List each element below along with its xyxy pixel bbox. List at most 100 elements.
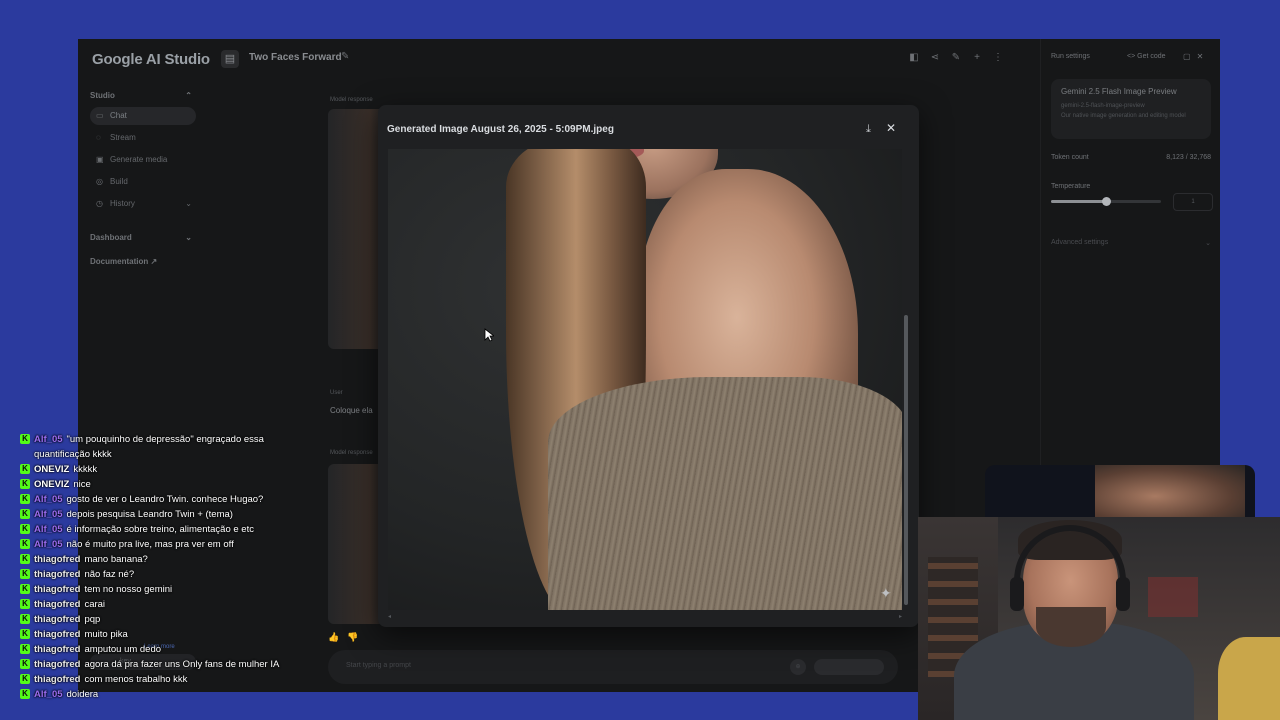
temperature-input[interactable]: 1: [1173, 193, 1213, 211]
temperature-slider[interactable]: [1051, 197, 1161, 206]
code-icon: <>: [1127, 53, 1136, 60]
sidebar-link-documentation[interactable]: Documentation ↗: [90, 257, 190, 266]
user-label: User: [330, 390, 343, 396]
kick-icon: K: [20, 584, 30, 594]
chat-message: K Alf_05 não é muito pra live, mas pra ver…: [20, 537, 320, 552]
chat-username: Alf_05: [34, 434, 63, 445]
scroll-right-icon[interactable]: ▸: [899, 613, 902, 620]
advanced-settings-toggle[interactable]: Advanced settings ⌄: [1051, 239, 1211, 247]
build-icon: ◎: [96, 177, 103, 186]
more-icon[interactable]: ⋮: [992, 51, 1004, 65]
chat-text: com menos trabalho kkk: [84, 674, 188, 685]
stream-chat-overlay: K Alf_05 "um pouquinho de depressão" engra…: [20, 432, 320, 702]
compare-icon[interactable]: ◧: [908, 51, 920, 65]
temperature-slider-knob[interactable]: [1102, 197, 1111, 206]
chat-text: tem no nosso gemini: [84, 584, 173, 595]
top-bar: Google AI Studio ▤ Two Faces Forward ✎ ◧…: [78, 39, 1038, 79]
chat-text: agora dá pra fazer uns Only fans de mulh…: [84, 659, 280, 670]
image-preview-modal: Generated Image August 26, 2025 - 5:09PM…: [378, 105, 919, 627]
temperature-slider-fill: [1051, 200, 1106, 203]
edit-icon[interactable]: ✎: [950, 51, 962, 65]
download-icon[interactable]: ⤓: [866, 123, 871, 136]
chat-text: pqp: [84, 614, 101, 625]
chevron-down-icon: ⌄: [1205, 240, 1211, 247]
chat-username: Alf_05: [34, 689, 63, 700]
secondary-webcam: [985, 465, 1255, 517]
chat-message: Kthiagofred não faz né?: [20, 567, 320, 582]
chat-text: kkkkk: [73, 464, 98, 475]
chat-message: Kthiagofred agora dá pra fazer uns Only f…: [20, 657, 320, 672]
get-code-button[interactable]: <> Get code: [1127, 53, 1166, 60]
chat-text: "um pouquinho de depressão" engraçado es…: [34, 434, 264, 460]
webcam-yellow-object: [1218, 637, 1280, 720]
kick-icon: K: [20, 689, 30, 699]
chat-username: thiagofred: [34, 629, 81, 640]
chat-icon: ▭: [96, 111, 104, 120]
chat-username: thiagofred: [34, 584, 81, 595]
run-button[interactable]: [814, 659, 884, 675]
kick-icon: K: [20, 539, 30, 549]
chat-text: doidera: [66, 689, 99, 700]
model-name: Gemini 2.5 Flash Image Preview: [1061, 87, 1177, 96]
add-icon[interactable]: +: [971, 51, 983, 65]
sidebar-item-chat[interactable]: ▭ Chat: [90, 107, 196, 125]
horizontal-scrollbar[interactable]: ◂ ▸: [388, 613, 902, 620]
scroll-left-icon[interactable]: ◂: [388, 613, 391, 620]
model-id: gemini-2.5-flash-image-preview: [1061, 103, 1145, 109]
thumbs-down-icon[interactable]: 👎: [347, 632, 366, 642]
modal-title: Generated Image August 26, 2025 - 5:09PM…: [387, 124, 614, 135]
chat-message: Kthiagofred pqp: [20, 612, 320, 627]
chat-message: K ONEVIZ nice: [20, 477, 320, 492]
kick-icon: K: [20, 524, 30, 534]
kick-icon: K: [20, 614, 30, 624]
chat-username: thiagofred: [34, 569, 81, 580]
chat-text: mano banana?: [84, 554, 148, 565]
add-media-icon[interactable]: ⊕: [790, 659, 806, 675]
kick-icon: K: [20, 674, 30, 684]
chat-text: gosto de ver o Leandro Twin. conhece Hug…: [66, 494, 264, 505]
model-description: Our native image generation and editing …: [1061, 113, 1186, 119]
chat-text: é informação sobre treino, alimentação e…: [66, 524, 254, 535]
run-settings-title: Run settings: [1051, 53, 1090, 60]
chat-message: K Alf_05 gosto de ver o Leandro Twin. conh…: [20, 492, 320, 507]
sidebar-section-dashboard[interactable]: Dashboard ⌄: [90, 233, 192, 242]
temperature-label: Temperature: [1051, 183, 1091, 190]
sidebar-item-build[interactable]: ◎ Build: [90, 173, 196, 191]
vertical-scrollbar[interactable]: [904, 315, 908, 605]
chat-username: ONEVIZ: [34, 479, 70, 490]
project-title: Two Faces Forward: [249, 52, 342, 63]
chat-message: K Alf_05 é informação sobre treino, alimen…: [20, 522, 320, 537]
feedback-buttons: 👍👎: [328, 632, 366, 643]
sidebar-item-history[interactable]: ◷ History ⌄: [90, 195, 196, 213]
prompt-input[interactable]: Start typing a prompt ⊕: [328, 650, 898, 684]
kick-icon: K: [20, 494, 30, 504]
share-icon[interactable]: ⋖: [929, 51, 941, 65]
bookmark-icon[interactable]: ▢: [1183, 52, 1197, 61]
model-response-label-2: Model response: [330, 450, 373, 456]
sidebar-item-generate-media[interactable]: ▣ Generate media: [90, 151, 196, 169]
chevron-down-icon: ⌄: [185, 233, 192, 242]
kick-icon: K: [20, 509, 30, 519]
sidebar-section-studio[interactable]: Studio ⌃: [90, 91, 192, 100]
edit-title-icon[interactable]: ✎: [341, 51, 349, 62]
chat-username: thiagofred: [34, 614, 81, 625]
sidebar-item-stream[interactable]: ◌ Stream: [90, 129, 196, 147]
thumbs-up-icon[interactable]: 👍: [328, 632, 347, 642]
sidebar-toggle-icon[interactable]: ▤: [221, 50, 239, 68]
token-count-value: 8,123 / 32,768: [1166, 154, 1211, 161]
kick-icon: K: [20, 644, 30, 654]
app-logo[interactable]: Google AI Studio: [92, 51, 210, 68]
kick-icon: K: [20, 479, 30, 489]
model-selector[interactable]: Gemini 2.5 Flash Image Preview gemini-2.…: [1051, 79, 1211, 139]
model-response-label: Model response: [330, 97, 373, 103]
kick-icon: K: [20, 464, 30, 474]
secondary-webcam-face: [1095, 465, 1245, 517]
chat-text: não faz né?: [84, 569, 135, 580]
image-sweater: [548, 377, 902, 610]
chat-message: K Alf_05 depois pesquisa Leandro Twin + (t…: [20, 507, 320, 522]
close-icon[interactable]: ✕: [1197, 52, 1210, 61]
close-icon[interactable]: ✕: [886, 121, 896, 135]
chat-username: Alf_05: [34, 494, 63, 505]
webcam-streamer-beard: [1036, 607, 1106, 647]
chevron-up-icon: ⌃: [185, 91, 192, 100]
